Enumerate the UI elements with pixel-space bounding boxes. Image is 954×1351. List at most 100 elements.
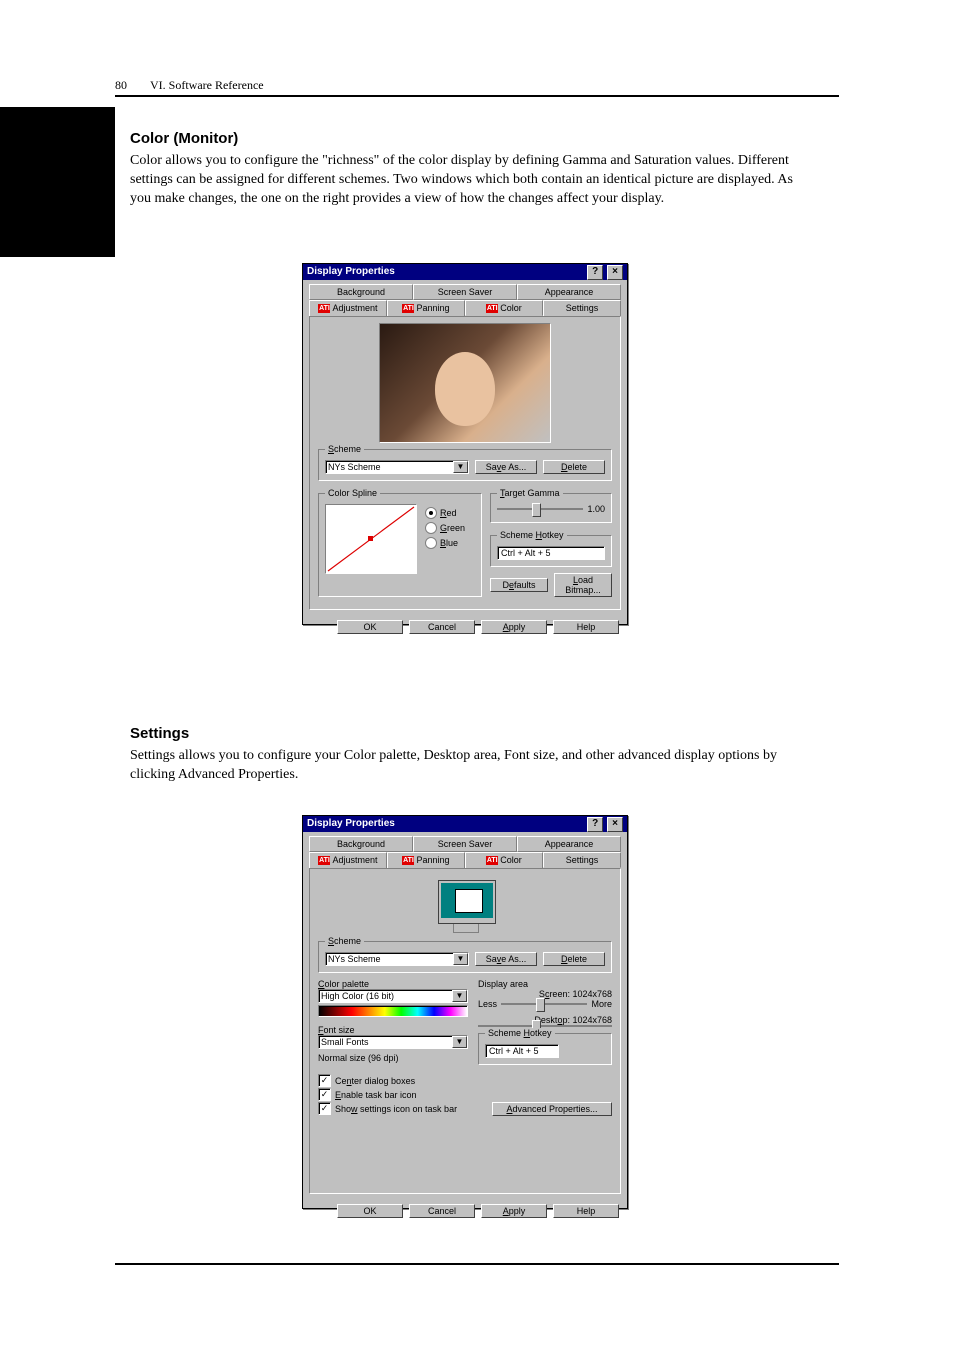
group-label: Scheme Hotkey — [485, 1028, 555, 1038]
tab-adjustment[interactable]: ATIAdjustment — [309, 300, 387, 316]
label-color-palette: Color palette — [318, 979, 468, 989]
load-bitmap-button[interactable]: Load Bitmap... — [554, 573, 612, 597]
chevron-down-icon[interactable]: ▼ — [453, 953, 468, 965]
font-size-select[interactable]: Small Fonts ▼ — [318, 1035, 468, 1049]
tab-panning[interactable]: ATIPanning — [387, 300, 465, 316]
defaults-button[interactable]: Defaults — [490, 578, 548, 592]
page-number: 80 — [115, 78, 127, 93]
heading-settings: Settings — [130, 725, 189, 742]
tab-adjustment[interactable]: ATIAdjustment — [309, 852, 387, 868]
monitor-preview — [433, 879, 497, 933]
scheme-value: NYs Scheme — [326, 461, 453, 473]
help-button[interactable]: Help — [553, 1204, 619, 1218]
desktop-slider[interactable] — [478, 1025, 612, 1027]
radio-blue[interactable]: Blue — [425, 537, 465, 549]
scheme-select[interactable]: NYs Scheme ▼ — [325, 952, 469, 966]
ok-button[interactable]: OK — [337, 620, 403, 634]
tab-background[interactable]: Background — [309, 284, 413, 300]
scheme-value: NYs Scheme — [326, 953, 453, 965]
tab-screen-saver[interactable]: Screen Saver — [413, 836, 517, 852]
tab-color-active[interactable]: ATIColor — [465, 300, 543, 316]
chevron-down-icon[interactable]: ▼ — [452, 990, 467, 1002]
group-scheme: Scheme NYs Scheme ▼ Save As... Delete — [318, 941, 612, 973]
title-text: Display Properties — [307, 264, 395, 280]
group-scheme: SSchemecheme NYs Scheme ▼ Save As... Del… — [318, 449, 612, 481]
cancel-button[interactable]: Cancel — [409, 620, 475, 634]
ati-icon: ATI — [486, 856, 498, 865]
tab-panning[interactable]: ATIPanning — [387, 852, 465, 868]
group-target-gamma: Target Gamma 1.00 — [490, 493, 612, 523]
desktop-value: Desktop: 1024x768 — [478, 1015, 612, 1025]
body-settings: Settings allows you to configure your Co… — [130, 747, 810, 785]
dialog-buttons: OK Cancel Apply Help — [303, 1200, 627, 1226]
group-color-spline: Color Spline Red Green Blue — [318, 493, 482, 597]
titlebar-buttons: ? × — [586, 816, 623, 832]
dialog-buttons: OK Cancel Apply Help — [303, 616, 627, 642]
titlebar[interactable]: Display Properties ? × — [303, 264, 627, 280]
group-label: Color Spline — [325, 488, 380, 498]
gamma-value: 1.00 — [587, 504, 605, 514]
tabs: Background Screen Saver Appearance ATIAd… — [309, 836, 621, 868]
save-as-button[interactable]: Save As... — [475, 460, 537, 474]
gamma-slider[interactable]: 1.00 — [497, 504, 605, 514]
check-center-dialog[interactable]: ✓Center dialog boxes — [318, 1074, 492, 1087]
scheme-select[interactable]: NYs Scheme ▼ — [325, 460, 469, 474]
delete-button[interactable]: Delete — [543, 460, 605, 474]
tab-background[interactable]: Background — [309, 836, 413, 852]
font-size-value: Small Fonts — [319, 1036, 452, 1048]
help-icon[interactable]: ? — [587, 817, 603, 832]
more-label: More — [591, 999, 612, 1009]
group-label: Scheme — [325, 936, 364, 946]
color-palette-select[interactable]: High Color (16 bit) ▼ — [318, 989, 468, 1003]
tab-color[interactable]: ATIColor — [465, 852, 543, 868]
tab-screen-saver[interactable]: Screen Saver — [413, 284, 517, 300]
close-icon[interactable]: × — [607, 265, 623, 280]
tab-settings-active[interactable]: Settings — [543, 852, 621, 868]
checkbox-icon: ✓ — [318, 1088, 331, 1101]
ati-icon: ATI — [402, 304, 414, 313]
titlebar[interactable]: Display Properties ? × — [303, 816, 627, 832]
apply-button[interactable]: Apply — [481, 620, 547, 634]
save-as-button[interactable]: Save As... — [475, 952, 537, 966]
apply-button[interactable]: Apply — [481, 1204, 547, 1218]
ati-icon: ATI — [486, 304, 498, 313]
palette-preview — [318, 1005, 468, 1017]
checkbox-icon: ✓ — [318, 1074, 331, 1087]
delete-button[interactable]: Delete — [543, 952, 605, 966]
tab-appearance[interactable]: Appearance — [517, 284, 621, 300]
body-color: Color allows you to configure the "richn… — [130, 152, 810, 209]
cancel-button[interactable]: Cancel — [409, 1204, 475, 1218]
radio-red[interactable]: Red — [425, 507, 465, 519]
screen-slider[interactable]: Less More — [478, 999, 612, 1009]
chevron-down-icon[interactable]: ▼ — [452, 1036, 467, 1048]
spline-canvas[interactable] — [325, 504, 417, 574]
close-icon[interactable]: × — [607, 817, 623, 832]
side-tab — [0, 107, 115, 257]
radio-green[interactable]: Green — [425, 522, 465, 534]
advanced-properties-button[interactable]: Advanced Properties... — [492, 1102, 612, 1116]
font-size-normal: Normal size (96 dpi) — [318, 1053, 468, 1063]
tab-appearance[interactable]: Appearance — [517, 836, 621, 852]
page-rule-bottom — [115, 1263, 839, 1265]
dialog-color: Display Properties ? × Background Screen… — [302, 263, 628, 625]
page-rule-top — [115, 95, 839, 97]
titlebar-buttons: ? × — [586, 264, 623, 280]
label-display-area: Display area — [478, 979, 612, 989]
check-enable-taskbar[interactable]: ✓Enable task bar icon — [318, 1088, 492, 1101]
hotkey-field[interactable]: Ctrl + Alt + 5 — [497, 546, 605, 560]
rgb-radios: Red Green Blue — [425, 504, 465, 574]
group-scheme-hotkey: Scheme Hotkey Ctrl + Alt + 5 — [478, 1033, 612, 1065]
ok-button[interactable]: OK — [337, 1204, 403, 1218]
help-button[interactable]: Help — [553, 620, 619, 634]
ati-icon: ATI — [318, 304, 330, 313]
help-icon[interactable]: ? — [587, 265, 603, 280]
hotkey-field[interactable]: Ctrl + Alt + 5 — [485, 1044, 559, 1058]
color-palette-value: High Color (16 bit) — [319, 990, 452, 1002]
group-label: SSchemecheme — [325, 444, 364, 454]
check-show-settings-icon[interactable]: ✓Show settings icon on task bar — [318, 1102, 492, 1115]
panel-settings: Scheme NYs Scheme ▼ Save As... Delete Co… — [309, 868, 621, 1194]
ati-icon: ATI — [402, 856, 414, 865]
heading-color: Color (Monitor) — [130, 130, 238, 147]
tab-settings[interactable]: Settings — [543, 300, 621, 316]
chevron-down-icon[interactable]: ▼ — [453, 461, 468, 473]
